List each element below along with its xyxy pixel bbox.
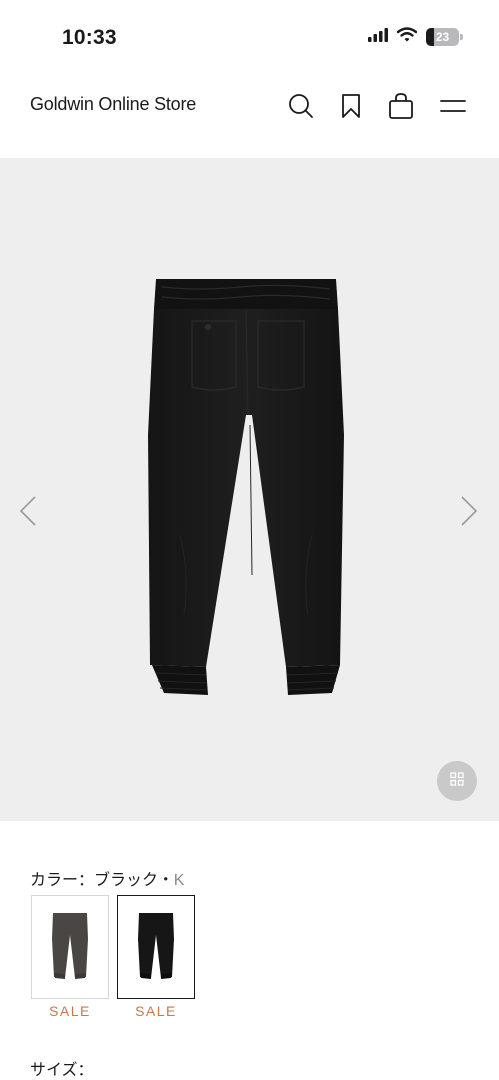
battery-icon: 23	[426, 28, 463, 46]
product-image	[140, 275, 352, 706]
color-label-prefix: カラー：	[30, 872, 95, 889]
status-bar: 10:33 23	[0, 0, 499, 74]
chevron-right-icon[interactable]	[457, 493, 481, 529]
signal-icon	[368, 27, 388, 47]
wifi-icon	[396, 27, 418, 47]
search-icon[interactable]	[286, 91, 316, 121]
battery-level: 23	[435, 30, 450, 44]
product-gallery[interactable]	[0, 158, 499, 821]
sale-badge: SALE	[135, 1003, 177, 1019]
selected-color-code: K	[173, 872, 185, 889]
chevron-left-icon[interactable]	[16, 493, 40, 529]
site-header: Goldwin Online Store	[0, 74, 499, 158]
color-swatch-black[interactable]	[117, 895, 195, 999]
menu-icon[interactable]	[438, 91, 468, 121]
store-title[interactable]: Goldwin Online Store	[30, 94, 196, 115]
sale-badge: SALE	[49, 1003, 91, 1019]
color-swatch-charcoal[interactable]	[31, 895, 109, 999]
shopping-bag-icon[interactable]	[386, 91, 416, 121]
grid-view-button[interactable]	[437, 761, 477, 801]
bookmark-icon[interactable]	[336, 91, 366, 121]
status-time: 10:33	[62, 26, 117, 49]
color-label: カラー：ブラック・K	[30, 866, 184, 890]
selected-color-name: ブラック	[94, 872, 158, 889]
status-icons: 23	[368, 27, 463, 47]
color-separator: ・	[157, 872, 174, 889]
size-label: サイズ：	[30, 1062, 94, 1079]
grid-icon	[450, 771, 464, 791]
